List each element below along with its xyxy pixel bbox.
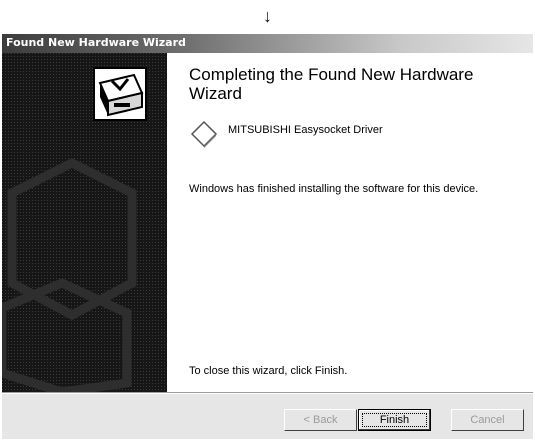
banner-graphic bbox=[2, 53, 167, 392]
close-instruction: To close this wizard, click Finish. bbox=[189, 365, 348, 377]
title-bar[interactable]: Found New Hardware Wizard bbox=[2, 34, 533, 53]
page-title: Completing the Found New Hardware Wizard bbox=[189, 65, 474, 103]
finish-button-label: Finish bbox=[362, 413, 427, 427]
window-title: Found New Hardware Wizard bbox=[6, 36, 186, 49]
device-name: MITSUBISHI Easysocket Driver bbox=[228, 124, 383, 136]
finished-message: Windows has finished installing the soft… bbox=[189, 183, 479, 195]
wizard-content: Completing the Found New Hardware Wizard… bbox=[167, 53, 533, 392]
wizard-banner-panel bbox=[2, 53, 167, 392]
cancel-button[interactable]: Cancel bbox=[451, 409, 524, 431]
finish-button[interactable]: Finish bbox=[358, 409, 431, 431]
device-diamond-icon bbox=[190, 120, 218, 148]
wizard-window: Found New Hardware Wizard Completing the… bbox=[2, 34, 533, 439]
back-button[interactable]: < Back bbox=[284, 409, 357, 431]
button-bar: < Back Finish Cancel bbox=[2, 394, 533, 439]
hardware-box-icon bbox=[93, 67, 147, 121]
down-arrow: ↓ bbox=[263, 6, 272, 26]
